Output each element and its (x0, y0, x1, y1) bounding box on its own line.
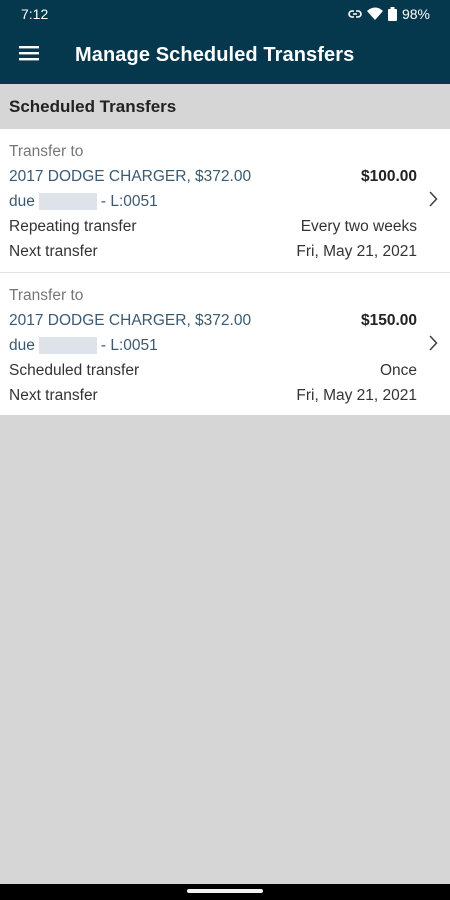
transfer-to-label: Transfer to (9, 142, 84, 160)
status-icons: 98% (348, 6, 430, 22)
transfer-to-label: Transfer to (9, 286, 84, 304)
hamburger-menu-icon (19, 45, 39, 66)
section-title: Scheduled Transfers (9, 96, 177, 116)
next-transfer-date: Fri, May 21, 2021 (296, 386, 417, 404)
home-gesture-handle[interactable] (187, 889, 263, 893)
battery-icon (387, 6, 397, 21)
transfer-list: Transfer to 2017 DODGE CHARGER, $372.00 … (0, 129, 450, 415)
due-prefix: due (9, 192, 35, 210)
account-number: - L:0051 (100, 192, 158, 210)
section-header: Scheduled Transfers (0, 84, 450, 129)
chevron-right-icon (428, 191, 438, 212)
transfer-frequency: Every two weeks (300, 217, 417, 235)
payee-name: 2017 DODGE CHARGER, $372.00 (9, 311, 252, 329)
transfer-frequency: Once (379, 361, 417, 379)
menu-button[interactable] (0, 27, 60, 84)
transfer-card[interactable]: Transfer to 2017 DODGE CHARGER, $372.00 … (0, 272, 450, 415)
app-bar: Manage Scheduled Transfers (0, 27, 450, 84)
page-title: Manage Scheduled Transfers (75, 44, 355, 66)
status-time: 7:12 (21, 5, 49, 22)
redacted-block (38, 337, 97, 354)
redacted-block (38, 193, 97, 210)
due-account: due - L:0051 (9, 193, 158, 211)
due-prefix: due (9, 336, 35, 354)
transfer-type-label: Scheduled transfer (9, 361, 140, 379)
link-icon (348, 9, 362, 19)
chevron-right-icon (428, 335, 438, 356)
transfer-card[interactable]: Transfer to 2017 DODGE CHARGER, $372.00 … (0, 129, 450, 272)
account-number: - L:0051 (100, 336, 158, 354)
battery-percent: 98% (401, 5, 430, 22)
due-account: due - L:0051 (9, 337, 158, 355)
status-bar: 7:12 98% (0, 0, 450, 27)
transfer-amount: $150.00 (360, 311, 417, 329)
next-transfer-label: Next transfer (9, 242, 98, 260)
wifi-icon (366, 7, 383, 20)
transfer-type-label: Repeating transfer (9, 217, 137, 235)
transfer-amount: $100.00 (360, 167, 417, 185)
next-transfer-label: Next transfer (9, 386, 98, 404)
next-transfer-date: Fri, May 21, 2021 (296, 242, 417, 260)
payee-name: 2017 DODGE CHARGER, $372.00 (9, 167, 252, 185)
